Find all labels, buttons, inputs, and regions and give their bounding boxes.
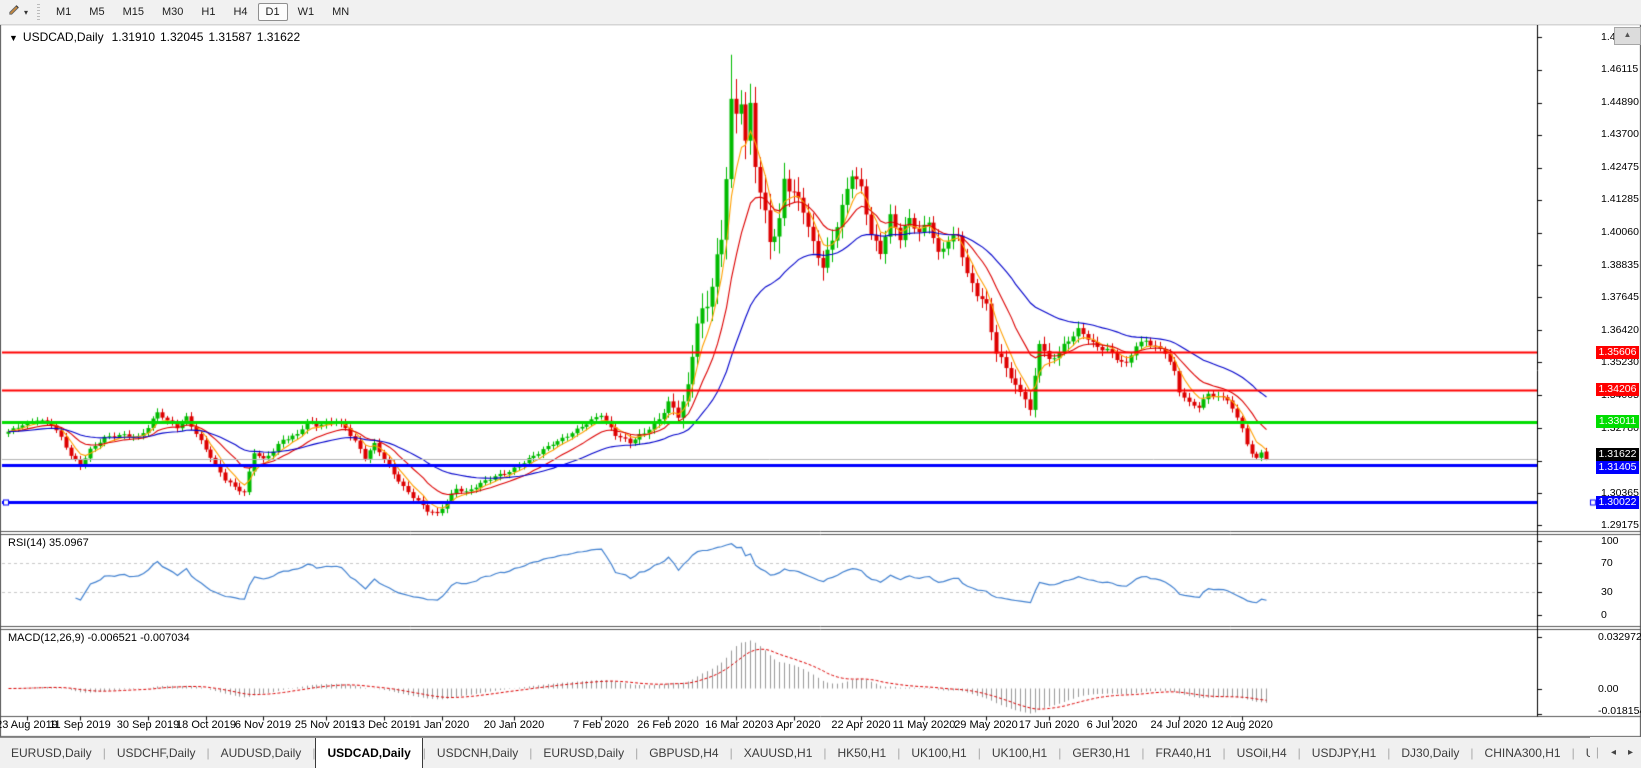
price-axis-label: 1.46115: [1601, 63, 1638, 75]
ohlc-open: 1.31910: [112, 30, 155, 44]
date-axis-label: 12 Aug 2020: [1200, 719, 1284, 731]
timeframe-w1-button[interactable]: W1: [290, 3, 323, 21]
hline-price-tag: 1.34206: [1596, 383, 1639, 396]
price-axis-label: 1.44890: [1601, 96, 1639, 108]
rsi-axis-label: 0: [1601, 609, 1607, 621]
price-axis-label: 1.41285: [1601, 193, 1639, 205]
macd-axis-label: -0.018154: [1598, 705, 1641, 717]
scroll-up-button[interactable]: ▲: [1614, 27, 1641, 45]
timeframe-h1-button[interactable]: H1: [193, 3, 223, 21]
price-axis-label: 1.36420: [1601, 324, 1639, 336]
timeframe-d1-button[interactable]: D1: [258, 3, 288, 21]
chart-tab-dj30-daily[interactable]: DJ30,Daily: [1390, 738, 1470, 768]
price-axis-label: 1.42475: [1601, 161, 1639, 173]
price-chart-canvas[interactable]: [0, 0, 1641, 767]
hline-price-tag: 1.31405: [1596, 461, 1639, 474]
price-axis-label: 1.29175: [1601, 519, 1639, 531]
timeframe-buttons: M1M5M15M30H1H4D1W1MN: [47, 3, 358, 21]
chart-tab-uk100-h1[interactable]: UK100,H1: [981, 738, 1058, 768]
timeframe-h4-button[interactable]: H4: [225, 3, 255, 21]
hline-price-tag: 1.30022: [1596, 496, 1639, 509]
ohlc-low: 1.31587: [208, 30, 251, 44]
timeframe-mn-button[interactable]: MN: [324, 3, 357, 21]
rsi-axis-label: 70: [1601, 557, 1613, 569]
chart-title: ▼ USDCAD,Daily 1.31910 1.32045 1.31587 1.3162…: [9, 30, 305, 44]
symbol-label: USDCAD,Daily: [23, 30, 104, 44]
macd-label: MACD(12,26,9) -0.006521 -0.007034: [8, 632, 190, 644]
chart-tab-ger30-h1[interactable]: GER30,H1: [1061, 738, 1141, 768]
chart-tab-eurusd-daily[interactable]: EURUSD,Daily: [532, 738, 635, 768]
chart-tab-usdcnh-daily[interactable]: USDCNH,Daily: [426, 738, 529, 768]
price-axis-label: 1.40060: [1601, 226, 1639, 238]
chart-tab-xauusd-h1[interactable]: XAUUSD,H1: [733, 738, 824, 768]
timeframe-m30-button[interactable]: M30: [154, 3, 191, 21]
chart-tab-usdcad-daily[interactable]: USDCAD,Daily: [315, 737, 422, 768]
toolbar: ▾ M1M5M15M30H1H4D1W1MN: [0, 0, 1641, 25]
price-axis-label: 1.43700: [1601, 128, 1639, 140]
current-price-tag: 1.31622: [1596, 448, 1639, 461]
macd-axis-label: 0.00: [1598, 683, 1618, 695]
price-axis-label: 1.37645: [1601, 291, 1639, 303]
chart-tab-usdjpy-h1[interactable]: USDJPY,H1: [1301, 738, 1387, 768]
chart-tab-usdchf-daily[interactable]: USDCHF,Daily: [106, 738, 207, 768]
chart-tab-hk50-h1[interactable]: HK50,H1: [827, 738, 898, 768]
tab-scroll-right-icon[interactable]: ▸: [1628, 747, 1633, 758]
chart-tab-gbpusd-h4[interactable]: GBPUSD,H4: [638, 738, 729, 768]
chart-tab-eurusd-daily[interactable]: EURUSD,Daily: [0, 738, 103, 768]
chevron-down-icon: ▾: [24, 8, 28, 17]
rsi-axis-label: 30: [1601, 586, 1613, 598]
hline-price-tag: 1.33011: [1596, 415, 1639, 428]
timeframe-m15-button[interactable]: M15: [115, 3, 152, 21]
ohlc-high: 1.32045: [160, 30, 203, 44]
chart-tab-usoil-h4[interactable]: USOil,H4: [1226, 738, 1298, 768]
toolbar-drag-handle: [37, 4, 40, 20]
date-axis-label: 20 Jan 2020: [472, 719, 556, 731]
chart-tab-china300-h1[interactable]: CHINA300,H1: [1474, 738, 1572, 768]
tab-items: EURUSD,Daily|USDCHF,Daily|AUDUSD,Daily|U…: [0, 738, 1641, 768]
tab-scroll-left-icon[interactable]: ◂: [1611, 747, 1616, 758]
timeframe-m5-button[interactable]: M5: [81, 3, 112, 21]
chart-tabs-bar: EURUSD,Daily|USDCHF,Daily|AUDUSD,Daily|U…: [0, 737, 1641, 768]
chart-tab-audusd-daily[interactable]: AUDUSD,Daily: [210, 738, 313, 768]
rsi-label: RSI(14) 35.0967: [8, 537, 89, 549]
tab-scroll-arrows: | ◂ ▸: [1590, 737, 1641, 767]
collapse-icon[interactable]: ▼: [9, 33, 18, 43]
ohlc-close: 1.31622: [257, 30, 300, 44]
tab-separator: |: [1596, 745, 1599, 759]
hline-price-tag: 1.35606: [1596, 346, 1639, 359]
drawing-tool-button[interactable]: ▾: [4, 0, 31, 24]
macd-axis-label: 0.032972: [1598, 631, 1641, 643]
price-axis-label: 1.38835: [1601, 259, 1639, 271]
timeframe-m1-button[interactable]: M1: [48, 3, 79, 21]
pencil-icon: [7, 2, 22, 22]
chart-tab-uk100-h1[interactable]: UK100,H1: [900, 738, 977, 768]
rsi-axis-label: 100: [1601, 535, 1619, 547]
chart-tab-fra40-h1[interactable]: FRA40,H1: [1144, 738, 1222, 768]
